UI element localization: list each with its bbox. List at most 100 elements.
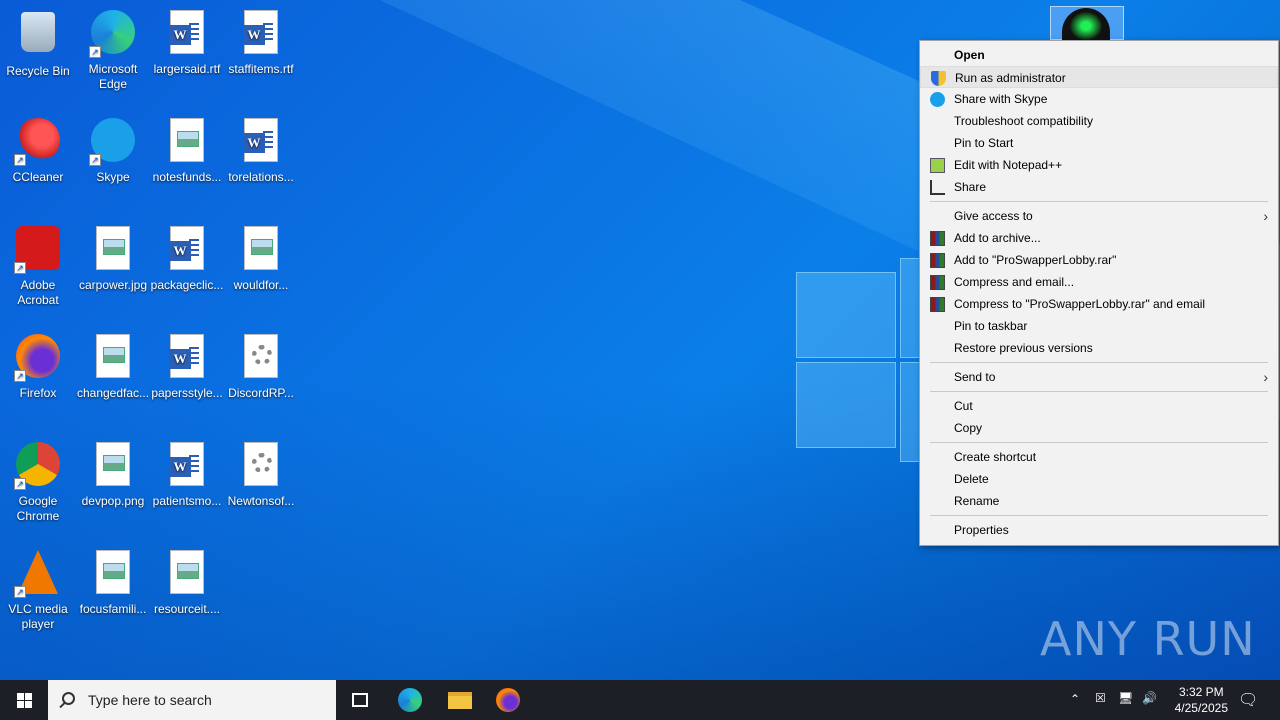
menu-item-copy[interactable]: Copy <box>920 417 1278 439</box>
task-view-button[interactable] <box>336 680 384 720</box>
menu-item-run-as-administrator[interactable]: Run as administrator <box>920 66 1278 88</box>
menu-item-label: Add to "ProSwapperLobby.rar" <box>954 253 1117 267</box>
desktop-icon[interactable]: ↗ Google Chrome <box>0 440 76 524</box>
menu-item-open[interactable]: Open <box>920 44 1278 66</box>
desktop-icon[interactable]: Wtorelations... <box>223 116 299 185</box>
menu-item-add-to-proswapperlobby-rar[interactable]: Add to "ProSwapperLobby.rar" <box>920 249 1278 271</box>
show-hidden-icons[interactable]: ⌃ <box>1070 692 1080 706</box>
menu-separator <box>930 201 1268 202</box>
shortcut-arrow-icon: ↗ <box>14 370 26 382</box>
notifications-icon[interactable]: 🗨 <box>1238 690 1258 710</box>
chrome-icon: ↗ <box>14 442 62 490</box>
network-icon[interactable]: ☒ <box>1095 691 1106 705</box>
desktop-icon[interactable]: Wpackageclic... <box>149 224 225 293</box>
menu-item-give-access-to[interactable]: Give access to › <box>920 205 1278 227</box>
word-doc-icon: W <box>163 10 211 58</box>
winrar-icon <box>930 231 945 246</box>
image-file-icon <box>163 550 211 598</box>
edge-icon: ↗ <box>89 10 137 58</box>
desktop-icon[interactable]: ↗ Adobe Acrobat <box>0 224 76 308</box>
image-file-icon <box>89 226 137 274</box>
menu-item-pin-to-taskbar[interactable]: Pin to taskbar <box>920 315 1278 337</box>
desktop-icon[interactable]: focusfamili... <box>75 548 151 617</box>
settings-file-icon <box>237 334 285 382</box>
clock-time: 3:32 PM <box>1178 685 1224 699</box>
taskbar-explorer-button[interactable] <box>436 680 484 720</box>
firefox-icon: ↗ <box>14 334 62 382</box>
menu-item-label: Run as administrator <box>955 71 1066 85</box>
menu-item-label: Open <box>954 48 985 62</box>
share-icon <box>930 180 945 195</box>
desktop-icon[interactable]: wouldfor... <box>223 224 299 293</box>
desktop-icon[interactable]: Wstaffitems.rtf <box>223 8 299 77</box>
desktop-icon-label: papersstyle... <box>151 386 223 400</box>
image-file-icon <box>89 550 137 598</box>
desktop-icon[interactable]: notesfunds... <box>149 116 225 185</box>
taskbar-edge-button[interactable] <box>386 680 434 720</box>
menu-item-edit-with-notepad[interactable]: Edit with Notepad++ <box>920 154 1278 176</box>
desktop-icon-label: Newtonsof... <box>227 494 295 508</box>
skype-icon <box>930 92 945 107</box>
menu-item-restore-previous-versions[interactable]: Restore previous versions <box>920 337 1278 359</box>
winrar-icon <box>930 297 945 312</box>
desktop-icon[interactable]: DiscordRP... <box>223 332 299 401</box>
desktop-icon[interactable]: devpop.png <box>75 440 151 509</box>
menu-item-send-to[interactable]: Send to › <box>920 366 1278 388</box>
menu-item-label: Properties <box>954 523 1009 537</box>
desktop-icon[interactable]: Wpapersstyle... <box>149 332 225 401</box>
winrar-icon <box>930 275 945 290</box>
menu-item-label: Share with Skype <box>954 92 1048 106</box>
menu-item-properties[interactable]: Properties <box>920 519 1278 541</box>
menu-item-label: Pin to Start <box>954 136 1014 150</box>
desktop-icon[interactable]: Newtonsof... <box>223 440 299 509</box>
desktop-icon-label: Skype <box>96 170 130 184</box>
menu-item-delete[interactable]: Delete <box>920 468 1278 490</box>
menu-item-label: Send to <box>954 370 996 384</box>
menu-item-label: Give access to <box>954 209 1033 223</box>
desktop-icon[interactable]: Wlargersaid.rtf <box>149 8 225 77</box>
desktop-icon[interactable]: ↗ Firefox <box>0 332 76 401</box>
menu-item-share[interactable]: Share <box>920 176 1278 198</box>
menu-item-add-to-archive[interactable]: Add to archive... <box>920 227 1278 249</box>
desktop-icon[interactable]: ↗ VLC media player <box>0 548 76 632</box>
menu-item-compress-to-proswapperlobby-rar-and-email[interactable]: Compress to "ProSwapperLobby.rar" and em… <box>920 293 1278 315</box>
taskbar-search-box[interactable]: Type here to search <box>48 680 336 720</box>
desktop-icon[interactable]: Recycle Bin <box>0 8 76 79</box>
word-doc-icon: W <box>163 442 211 490</box>
settings-file-icon <box>237 442 285 490</box>
taskbar-firefox-button[interactable] <box>484 680 532 720</box>
system-clock[interactable]: 3:32 PM 4/25/2025 <box>1175 684 1228 716</box>
notepadpp-icon <box>930 158 945 173</box>
folder-icon <box>448 692 472 709</box>
menu-item-cut[interactable]: Cut <box>920 395 1278 417</box>
search-icon <box>62 692 75 705</box>
menu-item-label: Add to archive... <box>954 231 1041 245</box>
desktop-icon[interactable]: Wpatientsmo... <box>149 440 225 509</box>
desktop-icon[interactable]: resourceit.... <box>149 548 225 617</box>
menu-item-compress-and-email[interactable]: Compress and email... <box>920 271 1278 293</box>
desktop-icon[interactable]: ↗ Microsoft Edge <box>75 8 151 92</box>
word-doc-icon: W <box>237 10 285 58</box>
menu-item-pin-to-start[interactable]: Pin to Start <box>920 132 1278 154</box>
recycle-bin-icon <box>14 12 62 60</box>
desktop-icon[interactable]: ↗ CCleaner <box>0 116 76 185</box>
menu-item-troubleshoot-compatibility[interactable]: Troubleshoot compatibility <box>920 110 1278 132</box>
menu-item-label: Compress to "ProSwapperLobby.rar" and em… <box>954 297 1206 311</box>
menu-item-create-shortcut[interactable]: Create shortcut <box>920 446 1278 468</box>
desktop-icon-label: torelations... <box>228 170 294 184</box>
desktop-icon[interactable]: carpower.jpg <box>75 224 151 293</box>
taskbar: Type here to search ⌃ ☒ 🖥 🔊 3:32 PM 4/25… <box>0 680 1280 720</box>
wallpaper-windows-logo <box>796 258 940 463</box>
volume-icon[interactable]: 🔊 <box>1142 691 1157 705</box>
desktop-icon[interactable]: changedfac... <box>75 332 151 401</box>
chevron-right-icon: › <box>1263 208 1268 224</box>
network-icon-2[interactable]: 🖥 <box>1118 691 1133 705</box>
desktop-icon-label: patientsmo... <box>152 494 222 508</box>
desktop-icon[interactable]: ↗ Skype <box>75 116 151 185</box>
start-button[interactable] <box>0 680 48 720</box>
menu-item-label: Cut <box>954 399 973 413</box>
menu-item-rename[interactable]: Rename <box>920 490 1278 512</box>
ccleaner-icon: ↗ <box>14 118 62 166</box>
menu-item-share-with-skype[interactable]: Share with Skype <box>920 88 1278 110</box>
image-file-icon <box>163 118 211 166</box>
